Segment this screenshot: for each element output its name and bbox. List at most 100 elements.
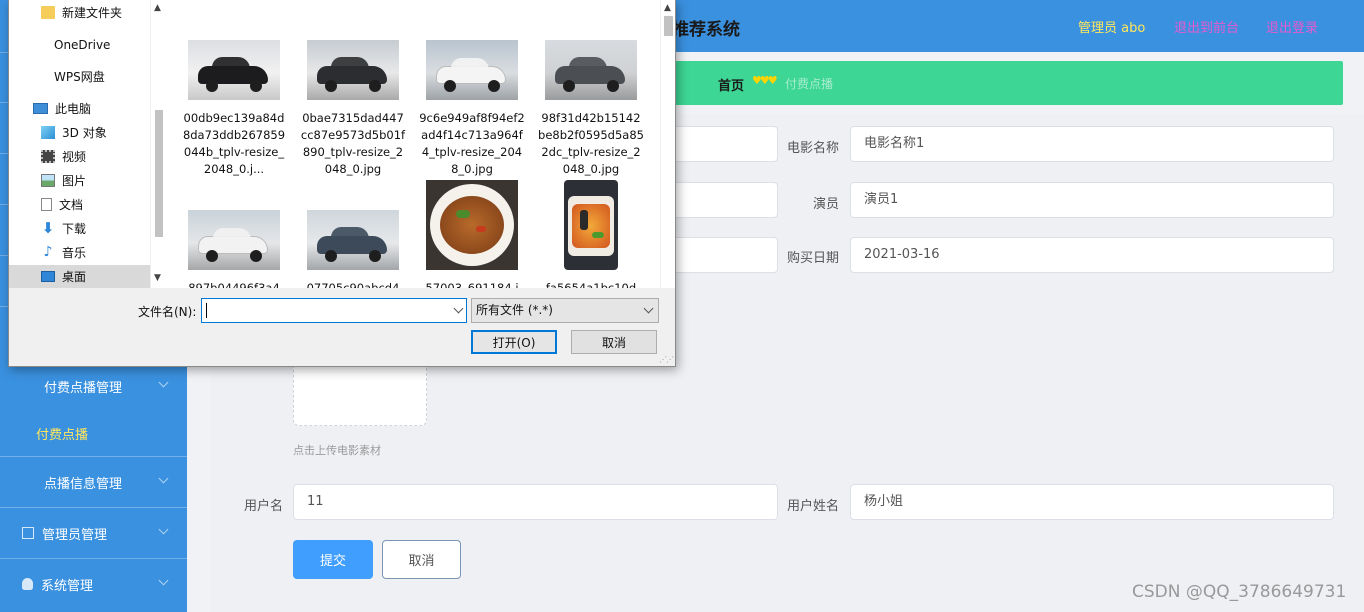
car-image bbox=[188, 40, 280, 100]
sidebar-group-label: 点播信息管理 bbox=[44, 476, 123, 492]
file-item[interactable]: 00db9ec139a84d8da73ddb267859044b_tplv-re… bbox=[181, 40, 287, 178]
nav-item-label: OneDrive bbox=[54, 37, 111, 52]
grid-icon bbox=[22, 379, 36, 393]
picture-icon bbox=[41, 174, 55, 187]
nav-item-label: 文档 bbox=[59, 198, 84, 212]
nav-item-label: WPS网盘 bbox=[54, 70, 105, 84]
nav-item-onedrive[interactable]: OneDrive bbox=[9, 33, 150, 56]
food-image bbox=[426, 180, 518, 270]
files-scrollbar[interactable]: ▲ bbox=[660, 0, 675, 288]
folder-icon bbox=[41, 6, 55, 19]
scroll-up-icon[interactable]: ▲ bbox=[154, 3, 161, 13]
chevron-down-icon bbox=[643, 303, 654, 314]
dialog-cancel-button[interactable]: 取消 bbox=[571, 330, 657, 354]
upload-box[interactable] bbox=[293, 362, 427, 426]
car-image bbox=[307, 40, 399, 100]
nav-item-wps[interactable]: WPS网盘 bbox=[9, 65, 150, 88]
sidebar-group-vod-info[interactable]: 点播信息管理 bbox=[0, 457, 187, 507]
nav-item-documents[interactable]: 文档 bbox=[9, 193, 150, 216]
upload-tip: 点击上传电影素材 bbox=[293, 444, 381, 457]
username-input[interactable]: 11 bbox=[293, 484, 778, 520]
nav-item-pictures[interactable]: 图片 bbox=[9, 169, 150, 192]
breadcrumb-home[interactable]: 首页 bbox=[718, 75, 744, 94]
movie-name-input[interactable]: 电影名称1 bbox=[850, 126, 1334, 162]
bulb-icon bbox=[22, 578, 33, 590]
file-type-value: 所有文件 (*.*) bbox=[476, 303, 553, 317]
sidebar-item-paid-vod[interactable]: 付费点播 bbox=[36, 424, 88, 443]
file-item[interactable]: 9c6e949af8f94ef2ad4f14c713a964f4_tplv-re… bbox=[419, 40, 525, 178]
nav-item-label: 桌面 bbox=[62, 270, 87, 284]
file-open-dialog: 新建文件夹 OneDrive WPS网盘 此电脑 3D 对象 视频 图片 文档 bbox=[8, 0, 676, 367]
admin-name: 管理员 abo bbox=[1078, 21, 1146, 36]
file-item[interactable]: 98f31d42b15142be8b2f0595d5a852dc_tplv-re… bbox=[538, 40, 644, 178]
nav-item-label: 图片 bbox=[62, 174, 87, 188]
car-image bbox=[307, 210, 399, 270]
actor-input[interactable]: 演员1 bbox=[850, 182, 1334, 218]
resize-grip-icon[interactable]: ⋰⋰ bbox=[659, 355, 674, 364]
navigation-pane: 新建文件夹 OneDrive WPS网盘 此电脑 3D 对象 视频 图片 文档 bbox=[9, 0, 150, 288]
file-item[interactable]: 897b04496f3a4 bbox=[181, 210, 287, 288]
scrollbar-thumb[interactable] bbox=[664, 16, 673, 36]
nav-item-3d-objects[interactable]: 3D 对象 bbox=[9, 121, 150, 144]
heart-separator-icon: ♥♥♥ bbox=[752, 74, 778, 87]
filename-input[interactable] bbox=[201, 298, 467, 323]
nav-item-label: 视频 bbox=[62, 150, 87, 164]
desktop-icon bbox=[41, 271, 55, 282]
sidebar-group-paid-vod[interactable]: 付费点播管理 bbox=[0, 361, 187, 411]
nav-item-new-folder[interactable]: 新建文件夹 bbox=[9, 1, 150, 24]
sidebar-group-system[interactable]: 系统管理 bbox=[0, 559, 187, 609]
nav-item-label: 音乐 bbox=[62, 246, 87, 260]
nav-item-music[interactable]: ♪ 音乐 bbox=[9, 241, 150, 264]
chevron-down-icon bbox=[158, 524, 169, 535]
file-name: 0bae7315dad447cc87e9573d5b01f890_tplv-re… bbox=[300, 111, 406, 176]
file-name: 00db9ec139a84d8da73ddb267859044b_tplv-re… bbox=[182, 111, 286, 176]
scroll-down-icon[interactable]: ▼ bbox=[154, 273, 161, 283]
download-icon: ⬇ bbox=[41, 219, 55, 237]
file-item[interactable]: fa5654a1bc10d bbox=[538, 180, 644, 288]
back-to-frontend-link[interactable]: 退出到前台 bbox=[1174, 17, 1239, 36]
file-name: fa5654a1bc10d bbox=[545, 281, 637, 288]
chevron-down-icon bbox=[158, 377, 169, 388]
open-button[interactable]: 打开(O) bbox=[471, 330, 557, 354]
filename-label: 文件名(N): bbox=[138, 305, 197, 319]
nav-item-downloads[interactable]: ⬇ 下载 bbox=[9, 217, 150, 240]
sidebar-group-label: 管理员管理 bbox=[42, 527, 108, 543]
nav-item-label: 3D 对象 bbox=[62, 126, 107, 140]
computer-icon bbox=[33, 103, 48, 114]
user-fullname-input[interactable]: 杨小姐 bbox=[850, 484, 1334, 520]
file-name: 07705c90abcd4 bbox=[306, 281, 400, 288]
chevron-down-icon bbox=[158, 575, 169, 586]
nav-item-this-pc[interactable]: 此电脑 bbox=[9, 97, 150, 120]
movie-name-label: 电影名称 bbox=[786, 141, 839, 156]
breadcrumb-current: 付费点播 bbox=[785, 77, 834, 91]
file-name: 98f31d42b15142be8b2f0595d5a852dc_tplv-re… bbox=[538, 111, 644, 176]
nav-item-videos[interactable]: 视频 bbox=[9, 145, 150, 168]
nav-scrollbar[interactable]: ▲ ▼ bbox=[150, 0, 165, 288]
file-type-select[interactable]: 所有文件 (*.*) bbox=[471, 298, 659, 323]
purchase-date-label: 购买日期 bbox=[786, 251, 839, 266]
video-icon bbox=[41, 150, 55, 163]
sidebar-group-label: 付费点播管理 bbox=[44, 380, 123, 396]
nav-item-label: 此电脑 bbox=[55, 102, 92, 116]
car-image bbox=[545, 40, 637, 100]
file-item[interactable]: 57003_691184.j bbox=[419, 180, 525, 288]
purchase-date-input[interactable]: 2021-03-16 bbox=[850, 237, 1334, 273]
food-image bbox=[564, 180, 618, 270]
chevron-down-icon bbox=[158, 473, 169, 484]
sidebar-group-label: 系统管理 bbox=[41, 578, 94, 594]
nav-item-label: 下载 bbox=[62, 222, 87, 236]
sidebar-group-admin[interactable]: 管理员管理 bbox=[0, 508, 187, 558]
file-item[interactable]: 0bae7315dad447cc87e9573d5b01f890_tplv-re… bbox=[300, 40, 406, 178]
cancel-button[interactable]: 取消 bbox=[382, 540, 461, 579]
document-icon bbox=[41, 198, 52, 211]
submit-button[interactable]: 提交 bbox=[293, 540, 373, 579]
car-image bbox=[188, 210, 280, 270]
app-title: 推荐系统 bbox=[672, 20, 740, 40]
nav-item-desktop[interactable]: 桌面 bbox=[9, 265, 150, 288]
file-name: 57003_691184.j bbox=[425, 281, 519, 288]
chevron-down-icon[interactable] bbox=[453, 303, 464, 314]
logout-link[interactable]: 退出登录 bbox=[1266, 17, 1318, 36]
watermark: CSDN @QQ_3786649731 bbox=[1132, 582, 1347, 602]
scroll-up-icon[interactable]: ▲ bbox=[664, 3, 671, 13]
file-item[interactable]: 07705c90abcd4 bbox=[300, 210, 406, 288]
